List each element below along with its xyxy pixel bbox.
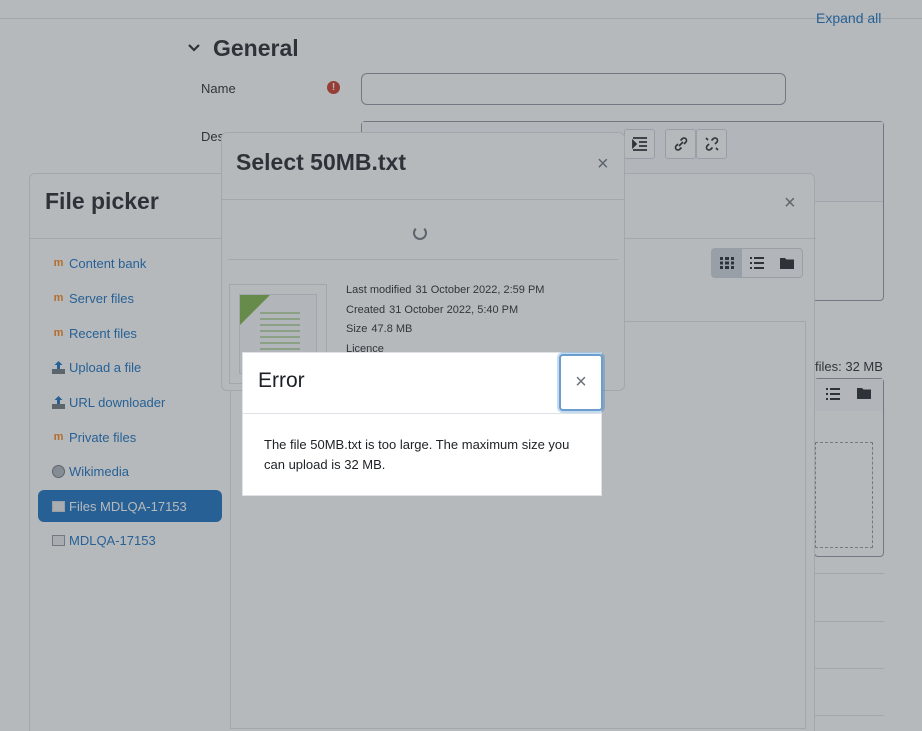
error-dialog: Error × The file 50MB.txt is too large. …	[242, 352, 603, 496]
divider	[243, 413, 601, 414]
error-dialog-title: Error	[258, 369, 305, 392]
error-message: The file 50MB.txt is too large. The maxi…	[264, 437, 570, 472]
close-button[interactable]: ×	[559, 354, 603, 411]
close-icon: ×	[575, 371, 587, 393]
